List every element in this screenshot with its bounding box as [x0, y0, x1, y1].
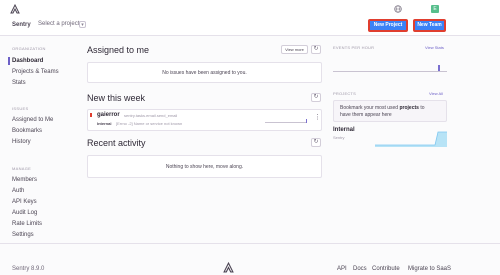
- issue-sparkline-spike: [306, 119, 307, 123]
- refresh-icon[interactable]: ↻: [311, 93, 321, 102]
- issue-project: Internal: [97, 121, 112, 126]
- project-selector[interactable]: Select a project: [38, 21, 79, 27]
- sidebar-item-stats[interactable]: Stats: [12, 80, 26, 86]
- events-per-hour-heading: EVENTS PER HOUR: [333, 45, 375, 50]
- sidebar-heading-issues: ISSUES: [12, 106, 29, 111]
- recent-panel: Nothing to show here, move along.: [87, 155, 322, 178]
- footer-link-docs[interactable]: Docs: [353, 266, 367, 272]
- refresh-icon[interactable]: ↻: [311, 138, 321, 147]
- bookmark-hint-text: have them appear here: [340, 112, 392, 118]
- projects-heading: PROJECTS: [333, 91, 356, 96]
- issue-row[interactable]: gaierror sentry.tasks.email.send_email I…: [87, 109, 322, 131]
- view-all-link[interactable]: View All: [429, 91, 443, 96]
- sidebar-item-history[interactable]: History: [12, 139, 31, 145]
- sidebar-item-assigned-to-me[interactable]: Assigned to Me: [12, 117, 53, 123]
- bookmark-hint-bold: projects: [399, 105, 419, 111]
- sidebar-heading-organization: ORGANIZATION: [12, 46, 46, 51]
- assigned-panel: No issues have been assigned to you.: [87, 62, 322, 83]
- footer-link-api[interactable]: API: [337, 266, 347, 272]
- bookmark-hint-text: Bookmark your most used: [340, 105, 399, 111]
- bookmark-hint-text: to: [420, 105, 425, 111]
- view-stats-link[interactable]: View Stats: [425, 45, 444, 50]
- sidebar-item-api-keys[interactable]: API Keys: [12, 199, 37, 205]
- user-avatar[interactable]: E: [431, 5, 439, 13]
- events-chart-bar: [438, 65, 440, 71]
- footer-link-migrate[interactable]: Migrate to SaaS: [408, 266, 451, 272]
- footer-link-contribute[interactable]: Contribute: [372, 266, 400, 272]
- project-sparkline: [375, 131, 447, 147]
- chevron-down-icon[interactable]: ▾: [79, 21, 86, 28]
- issue-culprit: sentry.tasks.email.send_email: [124, 113, 178, 118]
- sidebar-item-members[interactable]: Members: [12, 177, 37, 183]
- active-indicator: [8, 57, 10, 65]
- recent-empty-text: Nothing to show here, move along.: [165, 164, 244, 170]
- issue-title[interactable]: gaierror: [97, 112, 120, 118]
- top-header: Sentry Select a project ▾ E New Project …: [0, 0, 500, 36]
- sentry-logo-icon[interactable]: [10, 4, 20, 14]
- recent-title: Recent activity: [87, 138, 146, 148]
- refresh-icon[interactable]: ↻: [311, 45, 321, 54]
- org-name[interactable]: Sentry: [12, 22, 31, 28]
- project-org: Sentry: [333, 135, 345, 140]
- sidebar-item-auth[interactable]: Auth: [12, 188, 24, 194]
- new-week-title: New this week: [87, 93, 146, 103]
- sidebar-heading-manage: MANAGE: [12, 166, 32, 171]
- project-name[interactable]: Internal: [333, 127, 355, 133]
- more-options-icon[interactable]: ⋮: [314, 114, 321, 121]
- issue-level-indicator: [90, 113, 92, 117]
- assigned-empty-text: No issues have been assigned to you.: [162, 70, 247, 76]
- new-team-button[interactable]: New Team: [413, 19, 446, 32]
- globe-icon[interactable]: [394, 5, 402, 13]
- bookmark-hint: Bookmark your most used projects to have…: [333, 100, 447, 122]
- sidebar-item-projects-teams[interactable]: Projects & Teams: [12, 69, 59, 75]
- assigned-title: Assigned to me: [87, 45, 150, 55]
- sidebar-item-bookmarks[interactable]: Bookmarks: [12, 128, 42, 134]
- view-more-button[interactable]: View more: [281, 45, 308, 54]
- footer-version: Sentry 8.9.0: [12, 266, 45, 272]
- sidebar-item-audit-log[interactable]: Audit Log: [12, 210, 37, 216]
- events-chart-baseline: [333, 71, 447, 72]
- events-chart: [333, 54, 447, 75]
- sidebar-item-dashboard[interactable]: Dashboard: [12, 58, 43, 64]
- new-project-button[interactable]: New Project: [368, 19, 408, 32]
- sentry-logo-icon: [223, 262, 234, 273]
- sidebar-item-settings[interactable]: Settings: [12, 232, 34, 238]
- issue-sparkline: [265, 122, 307, 123]
- issue-message: [Errno -2] Name or service not known: [116, 121, 183, 126]
- sidebar-item-rate-limits[interactable]: Rate Limits: [12, 221, 42, 227]
